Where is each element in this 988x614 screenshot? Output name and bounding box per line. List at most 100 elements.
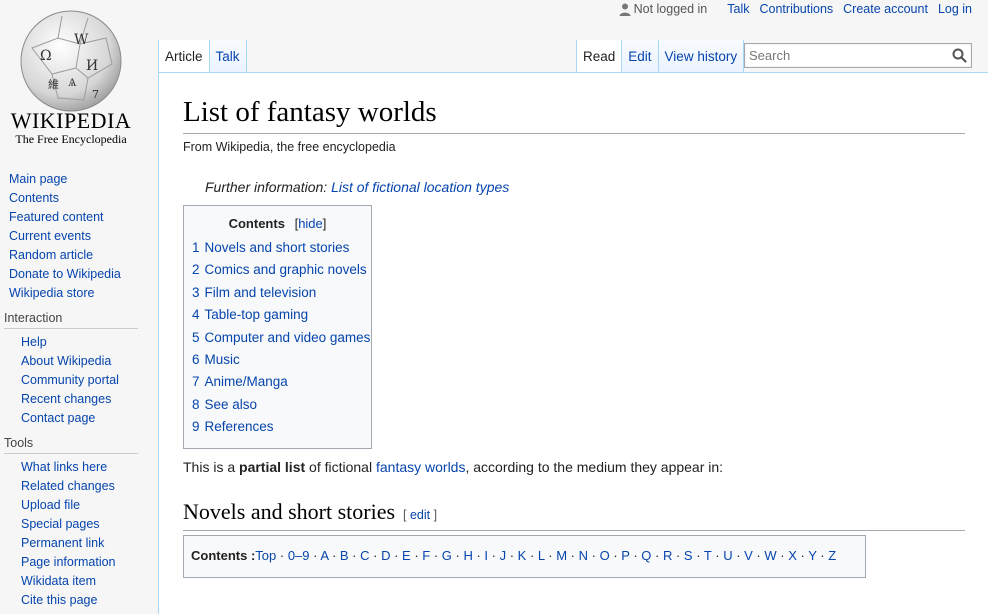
toc-item[interactable]: 4 Table-top gaming bbox=[192, 304, 371, 326]
alphabet-link[interactable]: V bbox=[744, 548, 753, 563]
toc-link[interactable]: Film and television bbox=[205, 285, 317, 300]
toc-item[interactable]: 7 Anime/Manga bbox=[192, 371, 371, 393]
alphabet-separator: · bbox=[692, 548, 704, 563]
toc-item[interactable]: 9 References bbox=[192, 416, 371, 438]
sidebar-item-contents[interactable]: Contents bbox=[9, 191, 59, 205]
user-icon bbox=[619, 3, 631, 16]
sidebar-item-help[interactable]: Help bbox=[21, 335, 47, 349]
tab-article[interactable]: Article bbox=[158, 40, 210, 73]
alphabet-link[interactable]: Y bbox=[808, 548, 816, 563]
toc-link[interactable]: References bbox=[205, 419, 274, 434]
sidebar-item-about[interactable]: About Wikipedia bbox=[21, 354, 111, 368]
tab-talk[interactable]: Talk bbox=[209, 40, 247, 73]
toc-number: 7 bbox=[192, 374, 200, 390]
alphabet-link[interactable]: E bbox=[402, 548, 411, 563]
alphabet-separator: · bbox=[816, 548, 829, 563]
hatnote-link[interactable]: List of fictional location types bbox=[331, 179, 509, 195]
toc-link[interactable]: Music bbox=[205, 352, 240, 367]
sidebar-item-donate[interactable]: Donate to Wikipedia bbox=[9, 267, 121, 281]
sidebar-item-cite-this-page[interactable]: Cite this page bbox=[21, 593, 97, 607]
toc-number: 2 bbox=[192, 262, 200, 278]
toc-item[interactable]: 3 Film and television bbox=[192, 282, 371, 304]
sidebar-item-store[interactable]: Wikipedia store bbox=[9, 286, 94, 300]
namespace-tabs: Article Talk bbox=[158, 40, 247, 73]
alphabet-link[interactable]: 0–9 bbox=[288, 548, 310, 563]
alphabet-link[interactable]: W bbox=[764, 548, 776, 563]
sidebar-item-recent-changes[interactable]: Recent changes bbox=[21, 392, 111, 406]
toc-item[interactable]: 8 See also bbox=[192, 394, 371, 416]
alphabet-separator: · bbox=[629, 548, 642, 563]
toc-item[interactable]: 2 Comics and graphic novels bbox=[192, 259, 371, 281]
sidebar-item-upload-file[interactable]: Upload file bbox=[21, 498, 80, 512]
toc-link[interactable]: See also bbox=[205, 397, 258, 412]
alphabet-link[interactable]: G bbox=[442, 548, 452, 563]
toc-item[interactable]: 5 Computer and video games bbox=[192, 327, 371, 349]
section-title: Novels and short stories bbox=[183, 499, 396, 524]
intro-bold: partial list bbox=[239, 459, 306, 475]
alphabet-separator: · bbox=[526, 548, 538, 563]
sidebar-item-page-information[interactable]: Page information bbox=[21, 555, 116, 569]
wikipedia-logo[interactable]: Ω W И 維 Ѧ 7 WIKIPEDIA The Free Encyclope… bbox=[0, 0, 158, 160]
sidebar-item-contact[interactable]: Contact page bbox=[21, 411, 95, 425]
sidebar-item-related-changes[interactable]: Related changes bbox=[21, 479, 115, 493]
globe-glyph: 維 bbox=[48, 78, 59, 91]
alphabet-separator: · bbox=[430, 548, 442, 563]
alphabet-link[interactable]: B bbox=[340, 548, 349, 563]
toc-number: 4 bbox=[192, 307, 200, 323]
sidebar-item-special-pages[interactable]: Special pages bbox=[21, 517, 100, 531]
sidebar-item-wikidata-item[interactable]: Wikidata item bbox=[21, 574, 96, 588]
sidebar-item-main-page[interactable]: Main page bbox=[9, 172, 67, 186]
alphabet-link[interactable]: L bbox=[538, 548, 545, 563]
search-box bbox=[744, 43, 972, 68]
log-in-link[interactable]: Log in bbox=[938, 2, 972, 16]
sidebar-item-random-article[interactable]: Random article bbox=[9, 248, 93, 262]
alphabet-separator: · bbox=[488, 548, 500, 563]
search-icon[interactable] bbox=[952, 48, 967, 63]
alphabet-link[interactable]: Q bbox=[641, 548, 651, 563]
sidebar-item-current-events[interactable]: Current events bbox=[9, 229, 91, 243]
toc-link[interactable]: Table-top gaming bbox=[205, 307, 309, 322]
toc-hide-link[interactable]: hide bbox=[298, 216, 323, 231]
sidebar-item-what-links-here[interactable]: What links here bbox=[21, 460, 107, 474]
talk-link[interactable]: Talk bbox=[727, 2, 749, 16]
search-input[interactable] bbox=[745, 44, 953, 66]
sidebar-item-featured-content[interactable]: Featured content bbox=[9, 210, 104, 224]
alphabet-link[interactable]: C bbox=[360, 548, 369, 563]
alphabet-link[interactable]: Z bbox=[828, 548, 836, 563]
hatnote-prefix: Further information: bbox=[205, 179, 332, 195]
alphabet-link[interactable]: T bbox=[704, 548, 712, 563]
section-edit-link[interactable]: edit bbox=[410, 508, 430, 522]
toc-link[interactable]: Computer and video games bbox=[205, 330, 371, 345]
create-account-link[interactable]: Create account bbox=[843, 2, 928, 16]
alphabet-separator: · bbox=[276, 548, 288, 563]
alphabet-link[interactable]: P bbox=[621, 548, 629, 563]
sidebar-item-permanent-link[interactable]: Permanent link bbox=[21, 536, 104, 550]
alphabet-separator: · bbox=[390, 548, 403, 563]
globe-glyph: W bbox=[74, 32, 89, 48]
alphabet-link[interactable]: R bbox=[663, 548, 672, 563]
tab-edit[interactable]: Edit bbox=[622, 40, 659, 73]
alphabet-link[interactable]: S bbox=[684, 548, 693, 563]
toc-item[interactable]: 1 Novels and short stories bbox=[192, 237, 371, 259]
toc-link[interactable]: Comics and graphic novels bbox=[205, 262, 367, 277]
toc-item[interactable]: 6 Music bbox=[192, 349, 371, 371]
toc-number: 6 bbox=[192, 351, 200, 367]
toc-link[interactable]: Novels and short stories bbox=[205, 240, 350, 255]
contributions-link[interactable]: Contributions bbox=[760, 2, 834, 16]
alphabet-link[interactable]: Top bbox=[255, 548, 276, 563]
tab-view-history[interactable]: View history bbox=[658, 40, 745, 73]
alphabet-link[interactable]: X bbox=[788, 548, 797, 563]
intro-text: of fictional bbox=[305, 459, 376, 475]
alphabet-separator: · bbox=[309, 548, 321, 563]
alphabet-link[interactable]: U bbox=[723, 548, 732, 563]
alphabet-link[interactable]: H bbox=[463, 548, 472, 563]
alphabet-link[interactable]: M bbox=[556, 548, 567, 563]
tab-read[interactable]: Read bbox=[576, 40, 623, 73]
alphabet-link[interactable]: O bbox=[600, 548, 610, 563]
sidebar-item-community-portal[interactable]: Community portal bbox=[21, 373, 119, 387]
toc-hide-toggle[interactable]: [hide] bbox=[295, 216, 327, 231]
alphabet-link[interactable]: N bbox=[579, 548, 588, 563]
fantasy-worlds-link[interactable]: fantasy worlds bbox=[376, 459, 465, 475]
toc-link[interactable]: Anime/Manga bbox=[205, 374, 288, 389]
alphabet-separator: · bbox=[472, 548, 485, 563]
